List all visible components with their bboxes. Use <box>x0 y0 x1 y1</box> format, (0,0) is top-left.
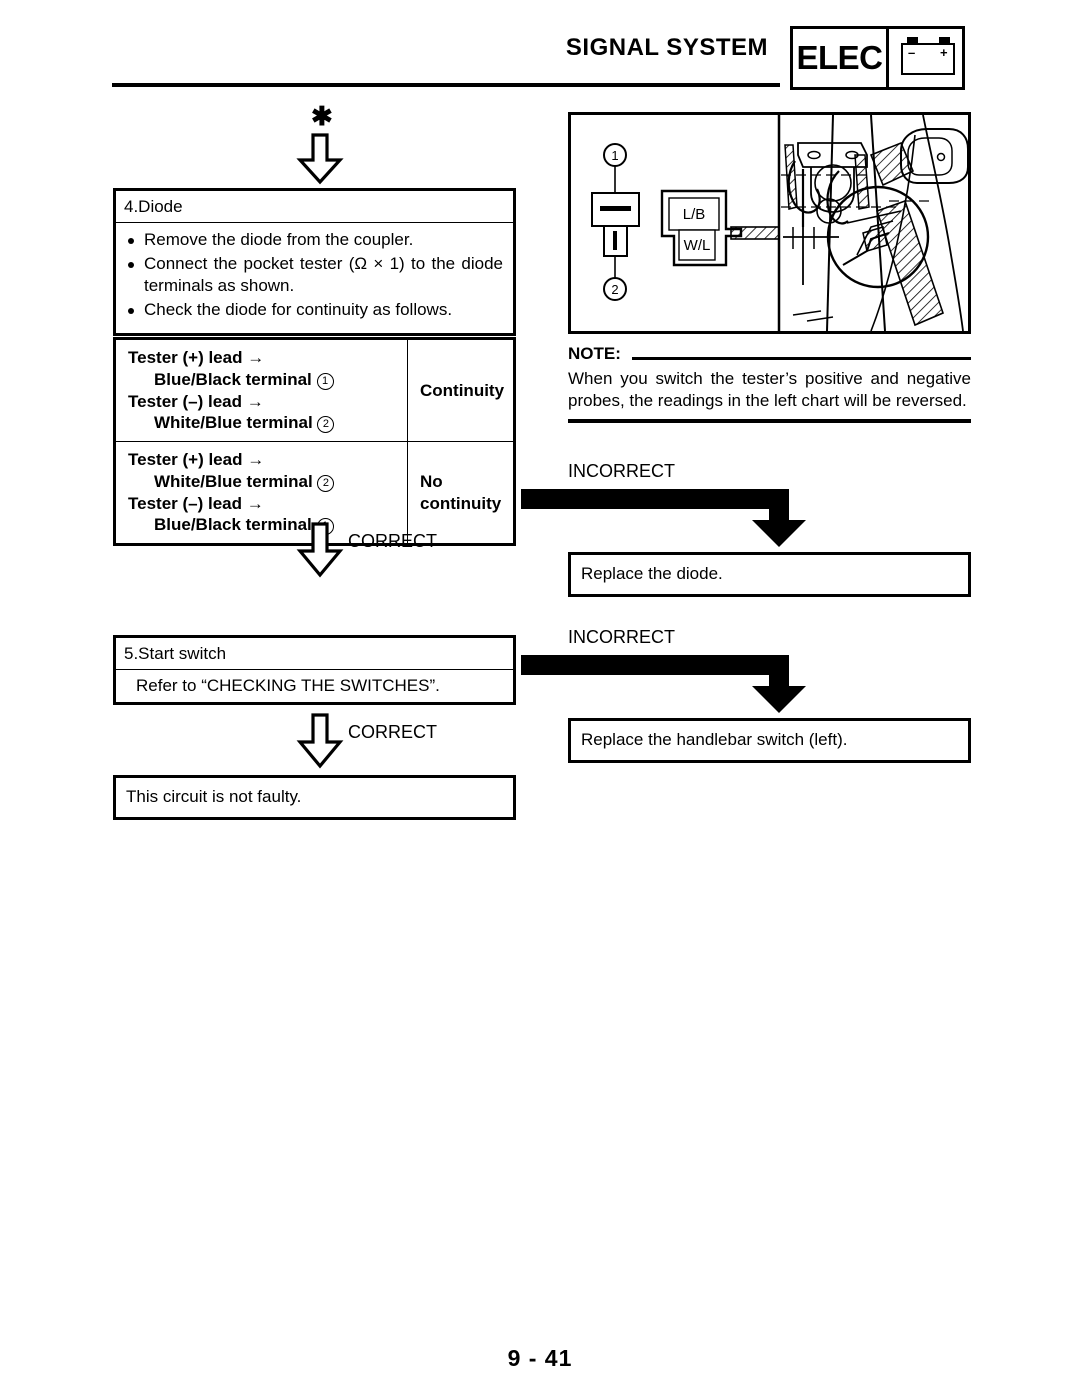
flow-arrow-incorrect-2 <box>521 653 821 715</box>
svg-text:1: 1 <box>611 148 618 163</box>
flow-arrow-incorrect-1 <box>521 487 821 549</box>
continuity-table: Tester (+) lead → Blue/Black terminal 1 … <box>113 337 516 546</box>
tester-lead-line: Tester (+) lead → <box>128 348 265 367</box>
tester-lead-line: Tester (–) lead → <box>128 391 264 411</box>
note-text: When you switch the tester’s positive an… <box>568 369 971 411</box>
tester-lead-line: Tester (+) lead → <box>128 450 265 469</box>
circuit-ok-box: This circuit is not faulty. <box>113 775 516 820</box>
flow-label-correct-1: CORRECT <box>348 531 437 551</box>
elec-badge: ELEC – + <box>790 26 965 90</box>
svg-text:W/L: W/L <box>684 237 711 254</box>
replace-diode-text: Replace the diode. <box>581 564 723 583</box>
list-item: Remove the diode from the coupler. <box>126 229 503 251</box>
battery-icon: – + <box>889 29 962 87</box>
svg-text:L/B: L/B <box>683 206 706 223</box>
callout-number: 2 <box>317 474 335 492</box>
diode-step-box: 4.Diode Remove the diode from the couple… <box>113 188 516 336</box>
terminal-line: White/Blue terminal 2 <box>128 412 403 434</box>
flow-label-correct-2: CORRECT <box>348 722 437 742</box>
page-number: 9 - 41 <box>507 1345 573 1371</box>
flow-arrow-correct-2 <box>296 713 344 769</box>
replace-handlebar-switch-text: Replace the handlebar switch (left). <box>581 730 848 749</box>
flow-arrow-into-diode <box>296 133 344 185</box>
note-label: NOTE: <box>568 344 621 363</box>
table-cell-condition: Tester (+) lead → Blue/Black terminal 1 … <box>114 338 408 442</box>
diode-step-bullet-list: Remove the diode from the coupler. Conne… <box>126 229 503 321</box>
diode-connector-illustration: 1 2 L/B W/L <box>568 112 971 334</box>
battery-terminal-positive <box>939 37 950 44</box>
replace-diode-box: Replace the diode. <box>568 552 971 597</box>
illustration-svg: 1 2 L/B W/L <box>591 115 968 331</box>
terminal-line: Blue/Black terminal 1 <box>128 369 403 391</box>
elec-badge-label: ELEC <box>793 29 889 87</box>
terminal-line: White/Blue terminal 2 <box>128 471 403 493</box>
table-cell-result: Continuity <box>407 338 515 442</box>
start-switch-step-box: 5.Start switch Refer to “CHECKING THE SW… <box>113 635 516 705</box>
battery-terminal-negative <box>907 37 918 44</box>
flow-arrow-correct-1 <box>296 522 344 578</box>
diode-step-title: 4.Diode <box>116 191 513 223</box>
circuit-ok-text: This circuit is not faulty. <box>126 787 302 806</box>
svg-text:2: 2 <box>611 282 618 297</box>
note-top-divider <box>632 357 971 360</box>
callout-number: 2 <box>317 416 335 434</box>
replace-handlebar-switch-box: Replace the handlebar switch (left). <box>568 718 971 763</box>
battery-minus-sign: – <box>908 45 916 60</box>
page-header: SIGNAL SYSTEM ELEC – + <box>0 0 1080 100</box>
table-cell-condition: Tester (+) lead → White/Blue terminal 2 … <box>114 441 408 545</box>
tester-lead-line: Tester (–) lead → <box>128 493 264 513</box>
flow-label-incorrect-1: INCORRECT <box>568 461 675 481</box>
callout-number: 1 <box>316 372 334 390</box>
star-marker: ✱ <box>311 101 333 131</box>
flow-label-incorrect-2: INCORRECT <box>568 627 675 647</box>
table-row: Tester (+) lead → Blue/Black terminal 1 … <box>114 338 515 442</box>
note-block: NOTE: When you switch the tester’s posit… <box>568 344 971 423</box>
list-item: Connect the pocket tester (Ω × 1) to the… <box>126 253 503 297</box>
table-cell-result: No continuity <box>407 441 515 545</box>
header-divider <box>112 83 780 87</box>
battery-plus-sign: + <box>940 45 948 60</box>
list-item: Check the diode for continuity as follow… <box>126 299 503 321</box>
note-bottom-divider <box>568 418 971 423</box>
start-switch-step-body: Refer to “CHECKING THE SWITCHES”. <box>136 676 440 695</box>
start-switch-step-title: 5.Start switch <box>116 638 513 670</box>
page-title: SIGNAL SYSTEM <box>565 34 768 61</box>
